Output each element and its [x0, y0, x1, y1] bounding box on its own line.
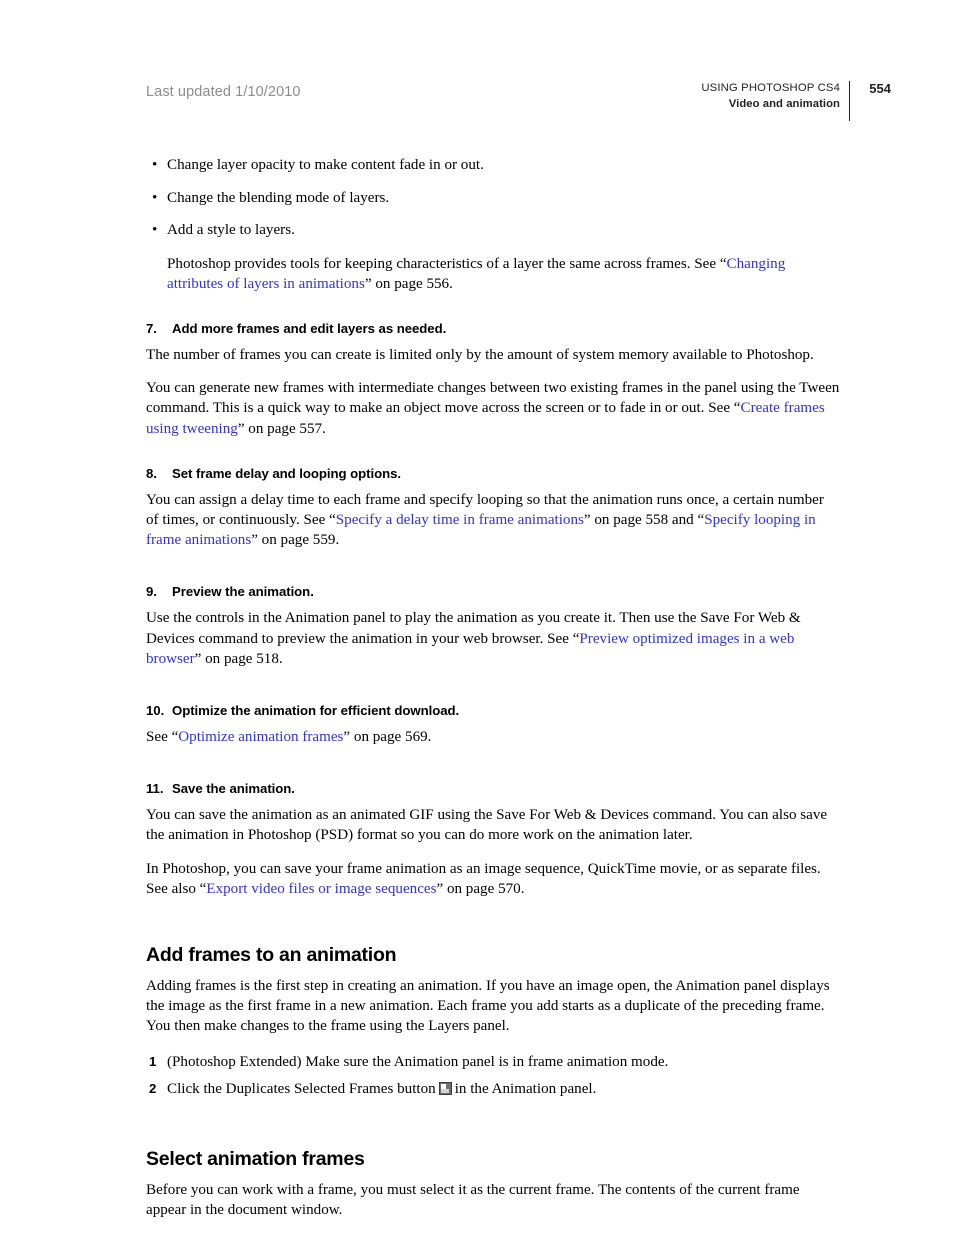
- procedure-step-text-before: Click the Duplicates Selected Frames but…: [167, 1080, 436, 1097]
- step-7-paragraph-1: The number of frames you can create is l…: [146, 345, 840, 365]
- document-section: Video and animation: [728, 98, 840, 111]
- step-10-paragraph-1: See “Optimize animation frames” on page …: [146, 727, 840, 747]
- header-title-block: USING PHOTOSHOP CS4 Video and animation: [701, 81, 840, 112]
- add-frames-intro-paragraph: Adding frames is the first step in creat…: [146, 978, 830, 1035]
- step-title: Set frame delay and looping options.: [172, 465, 402, 481]
- paragraph-tail-text: ” on page 557.: [237, 420, 326, 437]
- list-item: • Change the blending mode of layers.: [146, 188, 840, 208]
- step-8-paragraph-1: You can assign a delay time to each fram…: [146, 490, 840, 551]
- document-page: Last updated 1/10/2010 USING PHOTOSHOP C…: [0, 0, 954, 1235]
- step-11-paragraph-2: In Photoshop, you can save your frame an…: [146, 859, 840, 899]
- paragraph-tail-text: ” on page 518.: [194, 650, 283, 667]
- step-heading-8: 8. Set frame delay and looping options.: [146, 465, 840, 483]
- select-frames-paragraph-1: Before you can work with a frame, you mu…: [146, 1182, 800, 1219]
- note-lead-text: Photoshop provides tools for keeping cha…: [167, 255, 727, 272]
- paragraph-text: The number of frames you can create is l…: [146, 347, 814, 364]
- bullet-note-paragraph: Photoshop provides tools for keeping cha…: [146, 254, 840, 294]
- paragraph-mid-text: ” on page 558 and “: [583, 512, 705, 529]
- section-heading-select-frames: Select animation frames: [146, 1148, 365, 1171]
- list-item: • Add a style to layers.: [146, 220, 840, 240]
- paragraph-tail-text: ” on page 559.: [251, 532, 340, 549]
- step-heading-9: 9. Preview the animation.: [146, 583, 840, 601]
- step-title: Optimize the animation for efficient dow…: [172, 703, 460, 719]
- procedure-number: 2: [149, 1080, 157, 1096]
- page-number: 554: [869, 81, 891, 96]
- step-heading-7: 7. Add more frames and edit layers as ne…: [146, 320, 840, 338]
- header-divider: [849, 81, 850, 121]
- list-item: • Change layer opacity to make content f…: [146, 155, 840, 175]
- procedure-number: 1: [149, 1053, 157, 1069]
- step-number: 11.: [146, 781, 164, 797]
- bullet-icon: •: [152, 157, 158, 173]
- last-updated-text: Last updated 1/10/2010: [146, 84, 301, 100]
- link-export-video-files-or-image-sequences[interactable]: Export video files or image sequences: [206, 881, 436, 897]
- step-heading-11: 11. Save the animation.: [146, 780, 840, 798]
- bullet-list: • Change layer opacity to make content f…: [146, 155, 840, 241]
- step-number: 7.: [146, 321, 157, 337]
- paragraph-tail-text: ” on page 569.: [343, 729, 432, 746]
- procedure-step-text: (Photoshop Extended) Make sure the Anima…: [167, 1053, 669, 1070]
- duplicate-frames-icon: [438, 1081, 452, 1095]
- step-title: Preview the animation.: [172, 584, 314, 600]
- bullet-icon: •: [152, 189, 158, 206]
- step-11-paragraph-1: You can save the animation as an animate…: [146, 805, 840, 845]
- list-item-text: Change the blending mode of layers.: [167, 189, 390, 206]
- bullet-icon: •: [152, 222, 158, 239]
- step-number: 8.: [146, 465, 157, 481]
- paragraph-lead-text: You can generate new frames with interme…: [146, 380, 840, 417]
- list-item-text: Change layer opacity to make content fad…: [167, 157, 484, 173]
- step-title: Save the animation.: [172, 781, 295, 797]
- note-tail-text: ” on page 556.: [364, 275, 453, 292]
- link-specify-a-delay-time-in-frame-animations[interactable]: Specify a delay time in frame animations: [336, 512, 584, 528]
- paragraph-lead-text: See “: [146, 729, 179, 746]
- step-number: 10.: [146, 703, 165, 719]
- paragraph-tail-text: ” on page 570.: [436, 880, 525, 897]
- list-item-text: Add a style to layers.: [167, 222, 295, 239]
- step-9-paragraph-1: Use the controls in the Animation panel …: [146, 608, 840, 669]
- step-title: Add more frames and edit layers as neede…: [172, 321, 447, 337]
- link-optimize-animation-frames[interactable]: Optimize animation frames: [178, 729, 343, 745]
- step-number: 9.: [146, 584, 157, 600]
- step-heading-10: 10. Optimize the animation for efficient…: [146, 702, 840, 720]
- step-7-paragraph-2: You can generate new frames with interme…: [146, 378, 840, 439]
- page-header: Last updated 1/10/2010 USING PHOTOSHOP C…: [0, 78, 954, 124]
- procedure-step-2: 2 Click the Duplicates Selected Frames bu…: [146, 1079, 840, 1099]
- paragraph-text: You can save the animation as an animate…: [146, 807, 828, 844]
- procedure-step-text-after: in the Animation panel.: [454, 1080, 597, 1097]
- section-heading-add-frames: Add frames to an animation: [146, 944, 397, 967]
- document-title: USING PHOTOSHOP CS4: [701, 82, 840, 94]
- page-content: • Change layer opacity to make content f…: [146, 155, 840, 1235]
- procedure-step-1: 1 (Photoshop Extended) Make sure the Ani…: [146, 1052, 840, 1072]
